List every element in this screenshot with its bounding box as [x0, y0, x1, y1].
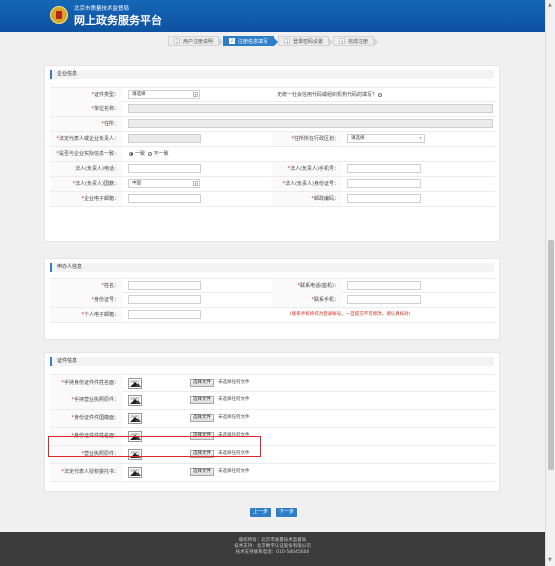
district-label: *住所所在行政区划：: [272, 132, 342, 146]
id-input[interactable]: [128, 295, 201, 304]
name-label: *姓名：: [50, 279, 122, 293]
form-row: *身份证号： *联系手机：: [50, 293, 495, 308]
image-placeholder-icon[interactable]: 点击放大: [128, 395, 142, 406]
legal-phone-label: 法人(负责人)电话：: [50, 162, 122, 176]
image-placeholder-icon[interactable]: 点击放大: [128, 413, 142, 424]
legal-id-label: *法人(负责人)身份证号：: [272, 177, 342, 191]
documents-panel: 证件信息 *手持身份证件件姓名面： 点击放大 选择文件 未选择任何文件 *手持营…: [44, 352, 500, 492]
form-row: *单位名称：: [50, 102, 495, 117]
unit-name-input[interactable]: [128, 104, 493, 113]
step-2-active: 2 注册信息填写: [223, 36, 279, 46]
consistent-label: *是否与企业实际信息一致：: [50, 147, 122, 161]
legal-mobile-input[interactable]: [347, 164, 421, 173]
registration-steps: 1 用户注册说明 2 注册信息填写 3 登录密码设置 4 完成注册: [168, 36, 379, 48]
scroll-down-icon[interactable]: ▼: [548, 557, 552, 563]
name-input[interactable]: [128, 281, 201, 290]
upload-row: *身份证件件国徽面： 点击放大 选择文件 未选择任何文件: [50, 410, 495, 428]
cert-type-select[interactable]: 请选择 ▾: [128, 90, 200, 99]
no-file-text: 未选择任何文件: [218, 415, 250, 420]
no-file-text: 未选择任何文件: [218, 397, 250, 402]
consistent-radio-group: 一致 不一致: [128, 147, 169, 161]
contact-phone-label: *联系电话(座机)：: [272, 279, 342, 293]
section-title-enterprise: 企业信息: [50, 70, 494, 79]
enterprise-panel: 企业信息 *证件类型： 请选择 ▾ 无统一社会信用代码或组织机构代码的填写？ *单…: [44, 65, 500, 242]
address-label: *住所：: [50, 117, 122, 131]
id-label: *身份证号：: [50, 293, 122, 307]
form-row: *姓名： *联系电话(座机)：: [50, 278, 495, 293]
legal-mobile-label: *法人(负责人)手机号：: [272, 162, 342, 176]
org-name: 北京市质量技术监督局: [74, 6, 130, 12]
upload-label: *身份证件件国徽面：: [50, 410, 122, 427]
prev-button[interactable]: 上一步: [250, 508, 271, 517]
no-credit-code-link[interactable]: 无统一社会信用代码或组织机构代码的填写？: [277, 88, 384, 102]
upload-row: *法定代表人授权委托书： 点击放大 选择文件 未选择任何文件: [50, 464, 495, 482]
form-row: *证件类型： 请选择 ▾ 无统一社会信用代码或组织机构代码的填写？: [50, 87, 495, 102]
legal-rep-label: *法定代表人或企业负责人：: [50, 132, 122, 146]
section-title-applicant: 申办人信息: [50, 263, 494, 272]
chevron-down-icon: ▾: [193, 92, 198, 97]
site-footer: 版权所有：北京市质量技术监督局 技术支持：北京数字认证股份有限公司 技术支持联系…: [0, 532, 545, 566]
scrollbar-thumb[interactable]: [548, 240, 554, 470]
step-4: 4 完成注册: [333, 36, 379, 46]
legal-id-input[interactable]: [347, 179, 421, 188]
address-input[interactable]: [128, 119, 493, 128]
upload-row: *手持营业执照原件： 点击放大 选择文件 未选择任何文件: [50, 392, 495, 410]
unit-name-label: *单位名称：: [50, 102, 122, 116]
chevron-down-icon: ▾: [419, 136, 422, 140]
contact-phone-input[interactable]: [347, 281, 421, 290]
next-button[interactable]: 下一步: [276, 508, 297, 517]
upload-row: *手持身份证件件姓名面： 点击放大 选择文件 未选择任何文件: [50, 374, 495, 392]
emblem-logo: [50, 6, 68, 24]
highlight-box: [48, 436, 261, 457]
image-placeholder-icon[interactable]: 点击放大: [128, 378, 142, 389]
postcode-input[interactable]: [347, 194, 421, 203]
choose-file-button[interactable]: 选择文件: [190, 396, 214, 404]
form-row: 法人(负责人)电话： *法人(负责人)手机号：: [50, 162, 495, 177]
choose-file-button[interactable]: 选择文件: [190, 414, 214, 422]
applicant-panel: 申办人信息 *姓名： *联系电话(座机)： *身份证号： *联系手机： *个人电…: [44, 258, 500, 340]
form-row: *企业电子邮箱： *邮政编码：: [50, 192, 495, 207]
nationality-select[interactable]: 中国 ▾: [128, 179, 200, 188]
no-file-text: 未选择任何文件: [218, 469, 250, 474]
legal-rep-input[interactable]: [128, 134, 201, 143]
form-row: *法定代表人或企业负责人： *住所所在行政区划： 请选择 ▾: [50, 132, 495, 147]
personal-email-label: *个人电子邮箱：: [50, 308, 122, 322]
legal-phone-input[interactable]: [128, 164, 201, 173]
no-file-text: 未选择任何文件: [218, 380, 250, 385]
image-placeholder-icon[interactable]: 点击放大: [128, 467, 142, 478]
cert-type-label: *证件类型：: [50, 88, 122, 102]
email-label: *企业电子邮箱：: [50, 192, 122, 206]
radio-consistent[interactable]: [129, 151, 133, 156]
form-row: *住所：: [50, 117, 495, 132]
step-3: 3 登录密码设置: [278, 36, 334, 46]
upload-label: *法定代表人授权委托书：: [50, 464, 122, 481]
form-row: *是否与企业实际信息一致： 一致 不一致: [50, 147, 495, 162]
mobile-input[interactable]: [347, 295, 421, 304]
email-input[interactable]: [128, 194, 201, 203]
postcode-label: *邮政编码：: [272, 192, 342, 206]
district-select[interactable]: 请选择 ▾: [347, 134, 425, 143]
site-header: 北京市质量技术监督局 网上政务服务平台: [0, 0, 545, 32]
scroll-up-icon[interactable]: ▲: [548, 2, 552, 8]
footer-phone: 技术支持联系电话：010-58045600: [235, 550, 310, 555]
section-title-documents: 证件信息: [50, 357, 494, 366]
legal-nationality-label: *法人(负责人)国籍：: [50, 177, 122, 191]
form-row: *个人电子邮箱： (联系手机将作为登录账号，一旦提交不可修改，请认真核对): [50, 308, 495, 323]
page-scrollbar[interactable]: ▲ ▼: [545, 0, 555, 566]
choose-file-button[interactable]: 选择文件: [190, 468, 214, 476]
personal-email-input[interactable]: [128, 310, 201, 319]
mobile-label: *联系手机：: [272, 293, 342, 307]
platform-title: 网上政务服务平台: [74, 14, 162, 27]
upload-label: *手持营业执照原件：: [50, 392, 122, 409]
mobile-note: (联系手机将作为登录账号，一旦提交不可修改，请认真核对): [290, 312, 411, 317]
form-row: *法人(负责人)国籍： 中国 ▾ *法人(负责人)身份证号：: [50, 177, 495, 192]
choose-file-button[interactable]: 选择文件: [190, 379, 214, 387]
radio-inconsistent[interactable]: [147, 151, 152, 156]
step-1: 1 用户注册说明: [168, 36, 224, 46]
chevron-down-icon: ▾: [193, 181, 198, 186]
no-credit-code-checkbox[interactable]: [378, 92, 383, 97]
upload-label: *手持身份证件件姓名面：: [50, 375, 122, 392]
